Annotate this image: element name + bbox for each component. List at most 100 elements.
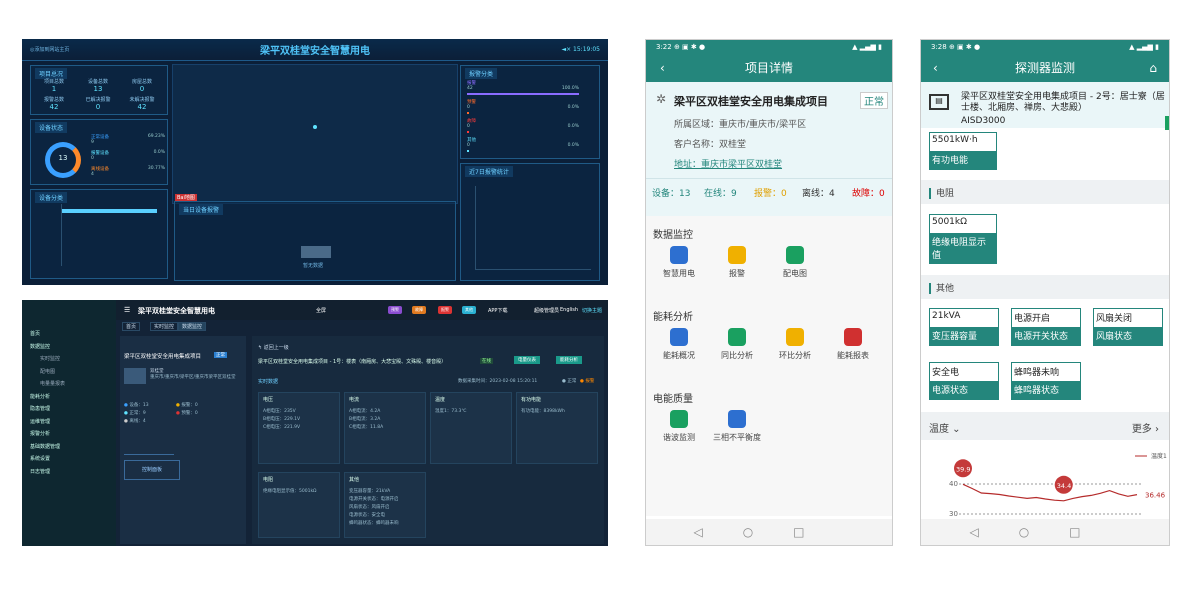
menu-item[interactable]: 日志管理: [30, 468, 112, 475]
data-card: 电流 A相电流：4.2A B相电流：3.2A C相电流：11.8A: [344, 392, 426, 464]
alarm-row: 报警 100.0% 42: [467, 80, 579, 100]
legend-label: 温度1: [1151, 452, 1167, 460]
tile-other: 蜂鸣器未响 蜂鸣器状态: [1011, 362, 1081, 400]
feature-icon: [728, 410, 746, 428]
menu-item[interactable]: 数据监控: [30, 343, 112, 350]
temperature-dropdown[interactable]: 温度 ⌄: [929, 420, 961, 435]
menu-icon-i2-0[interactable]: 能耗概况: [654, 328, 704, 361]
section-energy: 能耗分析: [653, 312, 693, 323]
back-arrow-icon[interactable]: ‹: [933, 54, 938, 82]
menu-icon-i3-1[interactable]: 三相不平衡度: [712, 410, 762, 443]
stat-item: 报警总数 42: [43, 97, 64, 111]
pin-label: 39.9: [956, 465, 970, 473]
android-nav[interactable]: ◁○□: [646, 519, 892, 545]
status-time: 3:22: [656, 43, 672, 51]
menu-icon-i3-0[interactable]: 谐波监测: [654, 410, 704, 443]
alarm-bar: [467, 112, 469, 114]
summary-item: 离线：4: [802, 189, 835, 199]
project-status: 正常: [860, 92, 888, 109]
project-name: 梁平区双桂堂安全用电集成项目: [124, 354, 202, 360]
project-panel: 梁平区双桂堂安全用电集成项目 正常 双桂堂 重庆市/重庆市/梁平区/重庆市梁平区…: [120, 336, 246, 544]
badge-orange[interactable]: 故障: [412, 306, 426, 314]
map-area[interactable]: Bai地图: [172, 64, 458, 204]
menu-item[interactable]: 基础数据管理: [30, 443, 112, 450]
tab[interactable]: 实时监控: [150, 322, 179, 331]
trend-title: 近7日报警统计: [465, 166, 513, 177]
menu-item[interactable]: 运维管理: [30, 418, 112, 425]
meter-button[interactable]: 电量仪表: [514, 356, 540, 364]
tab[interactable]: 数据监控: [178, 322, 207, 331]
menu-item[interactable]: 系统设置: [30, 455, 112, 462]
feature-icon: [670, 410, 688, 428]
tile-other: 21kVA 变压器容量: [929, 308, 999, 346]
home-icon[interactable]: ⌂: [1149, 54, 1157, 82]
badge-cyan[interactable]: 其他: [462, 306, 476, 314]
update-time: 数据采集时间：2023-02-08 15:20:11: [458, 379, 538, 384]
scrollbar[interactable]: [1165, 116, 1169, 130]
language-switch[interactable]: English: [560, 307, 578, 313]
alarm-row: 预警 0.0% 0: [467, 99, 579, 119]
menu-icon[interactable]: ☰: [124, 306, 130, 314]
data-card: 其他 变压器容量：21kVA 电源开关状态：电源开启 风扇状态：风扇开启 电源状态：安全…: [344, 472, 426, 538]
map-marker[interactable]: [313, 125, 317, 129]
project-area: 所属区域：重庆市/重庆市/梁平区: [674, 120, 807, 130]
trend-panel: 近7日报警统计: [460, 163, 600, 281]
menu-item[interactable]: 实时监控: [40, 355, 122, 362]
menu-item[interactable]: 能耗分析: [30, 393, 112, 400]
feature-icon: [728, 246, 746, 264]
feature-icon: [786, 246, 804, 264]
y-tick-40: 40: [949, 480, 958, 488]
fullscreen-button[interactable]: 全屏: [316, 307, 326, 314]
detector-phone: 3:28 ⊕ ▣ ✱ ● ▲ ▂▄▆ ▮ ‹ 探测器监测 ⌂ ▤ 梁平区双桂堂安全用电…: [920, 39, 1170, 546]
dashboard-header: ◎添加到网站主页 梁平双桂堂安全智慧用电 ◄× 15:19:05: [22, 39, 608, 61]
tab-bar: 首页 实时监控 数据监控: [122, 322, 242, 331]
status-bar: 3:22 ⊕ ▣ ✱ ● ▲ ▂▄▆ ▮: [646, 40, 892, 54]
menu-item[interactable]: 隐患管理: [30, 405, 112, 412]
android-nav[interactable]: ◁○□: [921, 519, 1169, 545]
address-link[interactable]: 地址：重庆市梁平区双桂堂: [674, 157, 782, 170]
section-quality: 电能质量: [653, 394, 693, 405]
summary-item: 报警：0: [754, 189, 787, 199]
summary-item: 设备：13: [652, 189, 691, 199]
menu-icon-i1-0[interactable]: 智慧用电: [654, 246, 704, 279]
count-item: ● 正常：9: [124, 411, 146, 416]
more-link[interactable]: 更多 ›: [1132, 420, 1159, 435]
back-arrow-icon[interactable]: ‹: [660, 54, 665, 82]
menu-icon-i2-1[interactable]: 同比分析: [712, 328, 762, 361]
status-time: 3:28: [931, 43, 947, 51]
empty-icon: [301, 246, 331, 258]
device-name: 梁平区双桂堂安全用电集成项目 - 2号：居士寮（居士楼、北厢房、禅房、大悲殿）: [961, 92, 1165, 113]
menu-icon-i1-1[interactable]: 报警: [712, 246, 762, 279]
project-name: 梁平区双桂堂安全用电集成项目: [674, 95, 828, 108]
app-download[interactable]: APP下载: [488, 307, 507, 314]
admin-header: ☰ 梁平双桂堂安全智慧用电 全屏 预警 故障 报警 其他 APP下载 超级管理员…: [116, 300, 608, 320]
data-card: 温度 温度1：73.3℃: [430, 392, 512, 464]
map-logo: Bai地图: [175, 194, 197, 201]
control-panel-button[interactable]: 控制面板: [124, 460, 180, 480]
pin-label: 34.4: [1057, 482, 1071, 490]
back-link[interactable]: ↰ 返回上一级: [258, 344, 289, 351]
summary-item: 在线：9: [704, 189, 737, 199]
menu-icon-i2-3[interactable]: 能耗报表: [828, 328, 878, 361]
menu-icon-i2-2[interactable]: 环比分析: [770, 328, 820, 361]
tile-resistance: 5001kΩ 绝缘电阻显示值: [929, 214, 997, 264]
theme-switch[interactable]: 切换主题: [582, 307, 602, 314]
energy-button[interactable]: 能耗分析: [556, 356, 582, 364]
device-panel: ↰ 返回上一级 梁平区双桂堂安全用电集成项目 - 1号：楼表（南厢房、大悲宝殿、…: [252, 336, 604, 544]
menu-item[interactable]: 报警分析: [30, 430, 112, 437]
device-code: AISD3000: [961, 116, 1006, 126]
tile-value: 5001kΩ: [932, 217, 967, 227]
temperature-series: 39.9 34.4 36.46: [954, 459, 1166, 502]
menu-item[interactable]: 配电图: [40, 368, 122, 375]
summary-item: 故障：0: [852, 189, 885, 199]
category-title: 设备分类: [35, 192, 68, 203]
menu-item[interactable]: 电量量报表: [40, 380, 122, 387]
user-name[interactable]: 超级管理员: [534, 307, 559, 314]
badge-red[interactable]: 报警: [438, 306, 452, 314]
tab[interactable]: 首页: [122, 322, 141, 331]
menu-icon-i1-2[interactable]: 配电图: [770, 246, 820, 279]
tile-other: 电源开启 电源开关状态: [1011, 308, 1081, 346]
stats-panel: 项目总况 项目总数 1 设备总数 13 房屋总数 0 报警总数 42 已解决报警 0 未解决报警 42: [30, 65, 168, 115]
menu-item[interactable]: 首页: [30, 330, 112, 337]
badge-purple[interactable]: 预警: [388, 306, 402, 314]
